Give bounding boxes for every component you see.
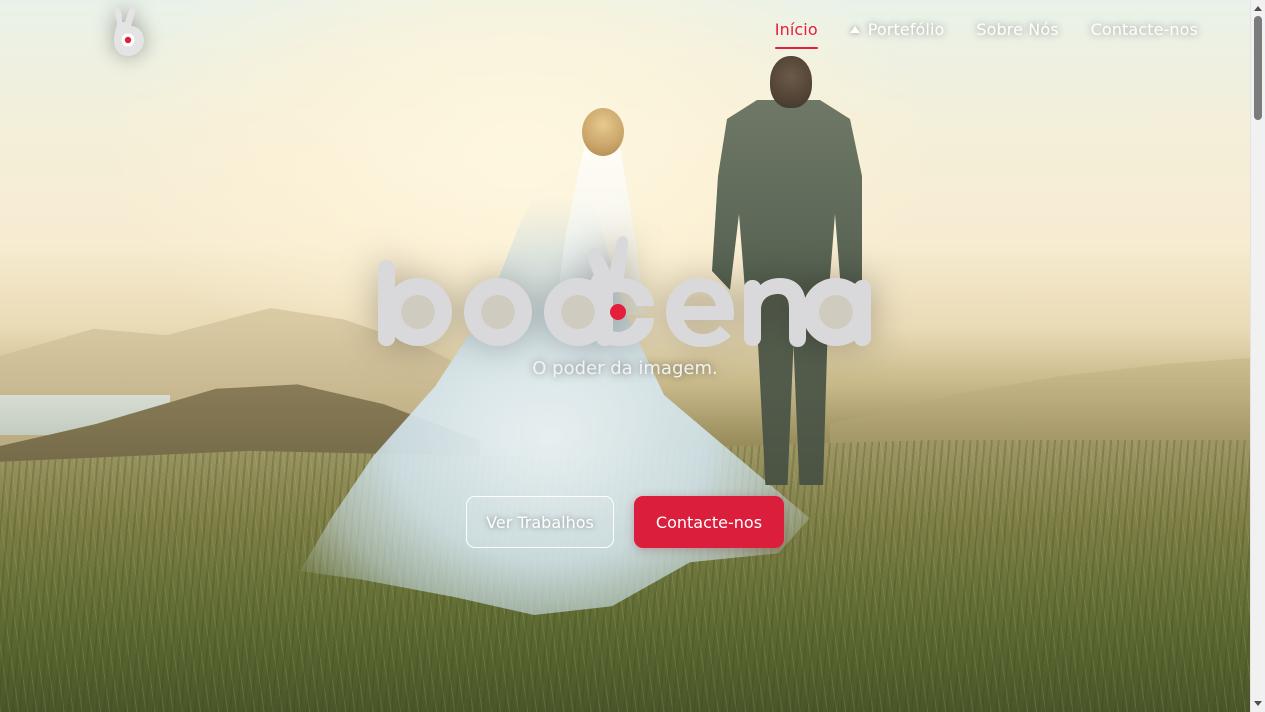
nav-item-sobre-nos[interactable]: Sobre Nós xyxy=(976,20,1058,49)
nav-item-label: Portefólio xyxy=(867,20,945,39)
scroll-up-arrow-icon[interactable] xyxy=(1254,6,1262,11)
main-nav: Início Portefólio Sobre Nós Contacte-nos xyxy=(774,20,1198,49)
nav-item-label: Sobre Nós xyxy=(976,20,1059,39)
hero-cta-row: Ver Trabalhos Contacte-nos xyxy=(0,496,1250,548)
brand-wordmark-logo xyxy=(378,235,871,347)
hand-gesture-logo-icon[interactable] xyxy=(108,6,152,58)
nav-item-label: Contacte-nos xyxy=(1090,20,1198,39)
contact-us-button[interactable]: Contacte-nos xyxy=(634,496,784,548)
nav-item-contacte-nos[interactable]: Contacte-nos xyxy=(1091,20,1198,49)
scrollbar-thumb[interactable] xyxy=(1254,16,1262,120)
nav-item-label: Início xyxy=(774,20,818,39)
bride-head xyxy=(582,108,624,156)
groom-head xyxy=(770,56,812,108)
caret-up-icon xyxy=(849,26,860,33)
hero-section: Início Portefólio Sobre Nós Contacte-nos xyxy=(0,0,1250,712)
hero-tagline: O poder da imagem. xyxy=(532,358,718,379)
view-work-button[interactable]: Ver Trabalhos xyxy=(466,496,614,548)
nav-item-portefolio[interactable]: Portefólio xyxy=(849,20,945,49)
scroll-down-arrow-icon[interactable] xyxy=(1254,701,1262,706)
active-underline xyxy=(774,47,818,49)
page-scrollbar[interactable] xyxy=(1250,0,1265,712)
nav-item-inicio[interactable]: Início xyxy=(774,20,818,49)
